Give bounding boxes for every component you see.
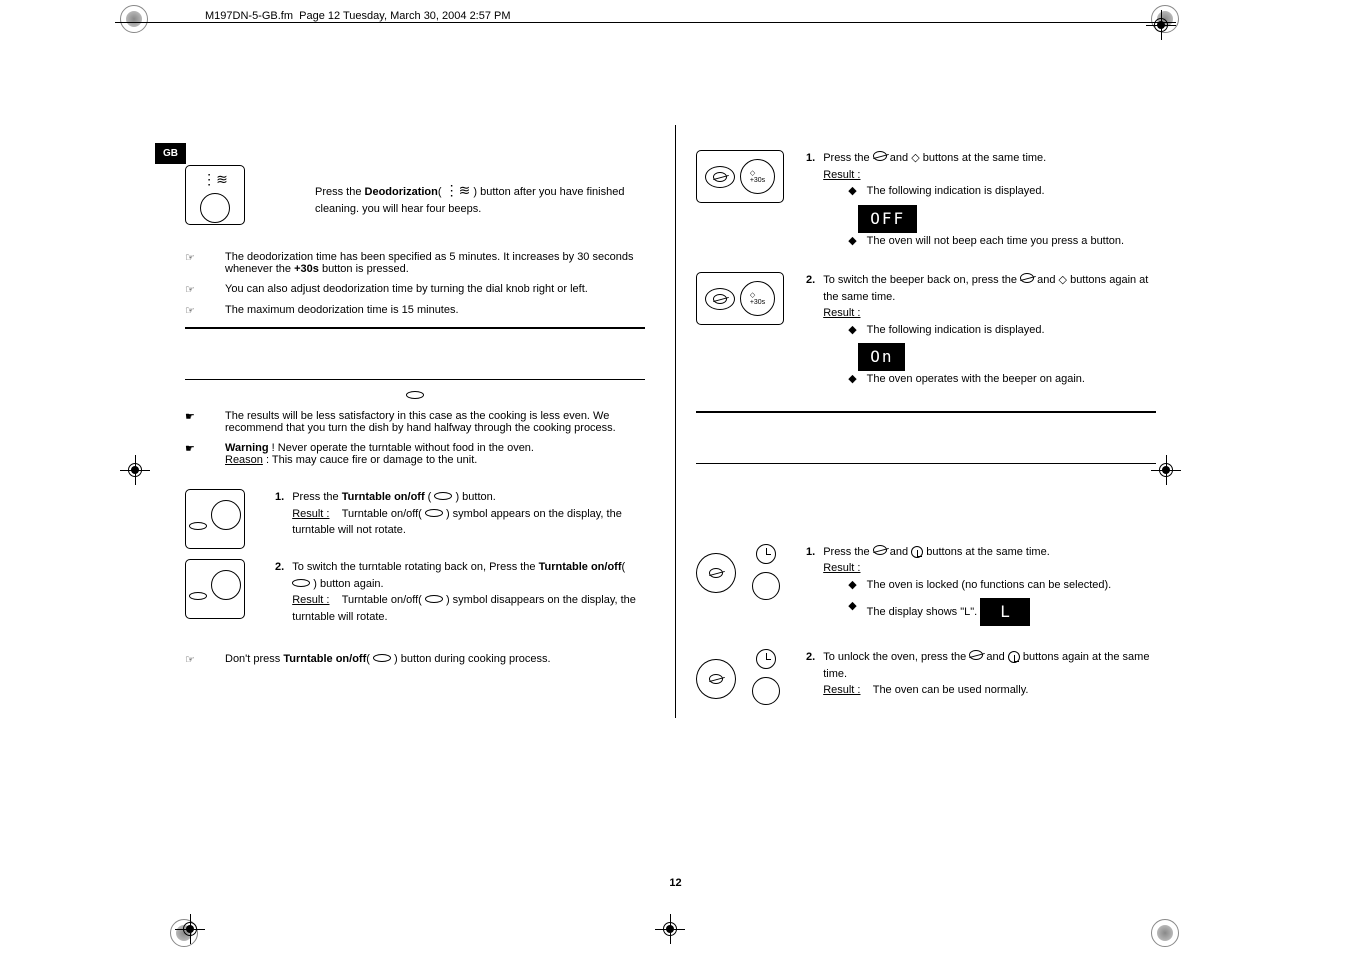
dial-icon: ◇+30s [740,281,775,316]
stop-and-clock-diagram [696,649,791,708]
turntable-icon [434,492,452,500]
step-1: 1. Press the and buttons at the same tim… [806,544,1156,632]
filename: M197DN-5-GB.fm [205,10,293,22]
deodorization-instruction: Press the Deodorization( ⋮≋ ) button aft… [275,165,645,218]
turntable-icon [406,391,424,399]
clock-icon [1008,651,1020,663]
right-column: ◇+30s 1. Press the and ◇ buttons at the … [675,125,1156,718]
turntable-icon [373,654,391,662]
clock-icon [911,546,923,558]
deodorization-button-diagram: ⋮≋ [185,165,245,225]
turntable-icon [189,592,207,600]
language-tab: GB [155,143,186,164]
turntable-icon [425,509,443,517]
hand-icon: ☛ [185,442,205,455]
clock-icon [756,649,776,669]
dial-glyph: ◇ [1059,274,1067,286]
note: ☞ The maximum deodorization time is 15 m… [185,304,645,317]
step-2: 2. To switch the beeper back on, press t… [806,272,1156,393]
step-2: 2. To unlock the oven, press the and but… [806,649,1156,699]
note: ☞ The deodorization time has been specif… [185,251,645,275]
note-bullet-icon: ☞ [185,304,205,317]
stop-cancel-icon [873,151,887,161]
turntable-button-diagram [185,559,245,619]
note: ☞ You can also adjust deodorization time… [185,283,645,296]
note-bullet-icon: ☞ [185,251,205,264]
hand-icon: ☛ [185,410,205,423]
turntable-icon [292,579,310,587]
page-header: M197DN-5-GB.fm Page 12 Tuesday, March 30… [200,10,516,22]
display-indication: On [858,343,905,371]
tip: ☛ Warning ! Never operate the turntable … [185,442,645,466]
deodorization-icon: ⋮≋ [202,171,228,188]
stop-and-dial-diagram: ◇+30s [696,150,784,203]
step-1: 1. Press the and ◇ buttons at the same t… [806,150,1156,254]
stop-and-clock-diagram [696,544,791,603]
step-1: 1. Press the Turntable on/off ( ) button… [275,489,645,539]
stop-cancel-icon [969,650,983,660]
display-indication: L [980,598,1030,626]
stop-cancel-icon [709,674,723,684]
stop-cancel-icon [713,294,727,304]
left-column: ⋮≋ Press the Deodorization( ⋮≋ ) button … [185,125,645,718]
stop-cancel-icon [713,172,727,182]
stop-cancel-icon [1020,273,1034,283]
tip: ☛ The results will be less satisfactory … [185,410,645,434]
turntable-icon [425,595,443,603]
note-bullet-icon: ☞ [185,653,205,666]
dial-glyph: ◇ [911,152,919,164]
stop-and-dial-diagram: ◇+30s [696,272,784,325]
step-2: 2. To switch the turntable rotating back… [275,559,645,625]
clock-icon [756,544,776,564]
display-indication: OFF [858,205,917,233]
turntable-icon [189,522,207,530]
stop-cancel-icon [709,568,723,578]
footnote: ☞ Don't press Turntable on/off( ) button… [185,653,645,666]
turntable-button-diagram [185,489,245,549]
note-bullet-icon: ☞ [185,283,205,296]
dial-icon: ◇+30s [740,159,775,194]
pageinfo: Page 12 Tuesday, March 30, 2004 2:57 PM [299,10,510,22]
stop-cancel-icon [873,545,887,555]
page-number: 12 [669,877,681,889]
deodorization-icon: ⋮≋ [445,180,471,201]
